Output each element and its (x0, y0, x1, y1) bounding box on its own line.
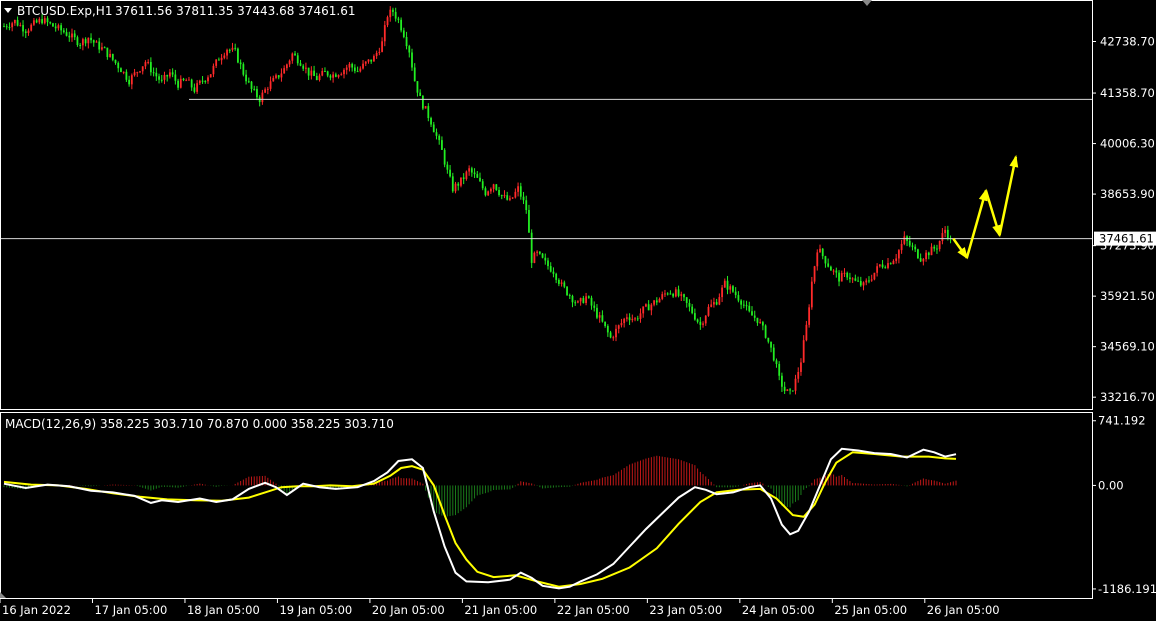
candle (52, 22, 54, 27)
price-panel-border (0, 0, 1093, 410)
time-tick-label: 21 Jan 05:00 (464, 603, 537, 617)
time-tick-label: 20 Jan 05:00 (372, 603, 445, 617)
macd-header: MACD(12,26,9) 358.225 303.710 70.870 0.0… (5, 417, 394, 431)
chart-header-symbol: BTCUSD.Exp,H1 (17, 4, 112, 18)
time-tick-label: 18 Jan 05:00 (187, 603, 260, 617)
candle (424, 106, 427, 109)
time-tick-label: 22 Jan 05:00 (557, 603, 630, 617)
candle (786, 389, 789, 392)
candle (813, 265, 816, 284)
time-tick-label: 23 Jan 05:00 (649, 603, 722, 617)
macd-panel-border (0, 412, 1093, 599)
price-tick-label: 33216.70 (1100, 390, 1155, 404)
current-price-label: 37461.61 (1099, 232, 1154, 246)
candle (566, 286, 568, 296)
macd-tick-label: 0.00 (1098, 478, 1124, 492)
candle (533, 251, 536, 264)
time-tick-label: 25 Jan 05:00 (834, 603, 907, 617)
candle (209, 74, 212, 78)
candle (873, 272, 876, 281)
candle (421, 94, 424, 111)
macd-tick-label: -1186.191 (1098, 582, 1156, 596)
macd-axis: 741.192 0.00 -1186.191 (1092, 414, 1156, 596)
time-tick-label: 26 Jan 05:00 (927, 603, 1000, 617)
candle (810, 276, 813, 310)
trading-chart: 42738.7041358.7040006.3038653.9037273.90… (0, 0, 1156, 617)
candle (917, 248, 919, 260)
candle (808, 304, 811, 328)
price-tick-label: 35921.50 (1100, 289, 1155, 303)
price-tick-label: 41358.70 (1100, 86, 1155, 100)
candle (495, 183, 498, 191)
chart-header-ohlc: 37611.56 37811.35 37443.68 37461.61 (115, 4, 355, 18)
candle (764, 324, 767, 339)
price-tick-label: 40006.30 (1100, 137, 1155, 151)
price-tick-label: 34569.10 (1100, 340, 1155, 354)
price-tick-label: 42738.70 (1100, 35, 1155, 49)
candle (443, 148, 446, 168)
price-axis: 42738.7041358.7040006.3038653.9037273.90… (1092, 35, 1156, 404)
time-axis: 16 Jan 2022 17 Jan 05:00 18 Jan 05:00 19 Ja… (0, 598, 1000, 617)
candle (541, 252, 544, 259)
macd-tick-label: 741.192 (1098, 414, 1146, 428)
candle (242, 62, 245, 77)
time-tick-label: 24 Jan 05:00 (742, 603, 815, 617)
price-tick-label: 38653.90 (1100, 187, 1155, 201)
time-tick-label: 16 Jan 2022 (2, 603, 71, 617)
candle (237, 47, 239, 64)
time-tick-label: 19 Jan 05:00 (279, 603, 352, 617)
candle (530, 229, 533, 269)
time-tick-label: 17 Jan 05:00 (94, 603, 167, 617)
